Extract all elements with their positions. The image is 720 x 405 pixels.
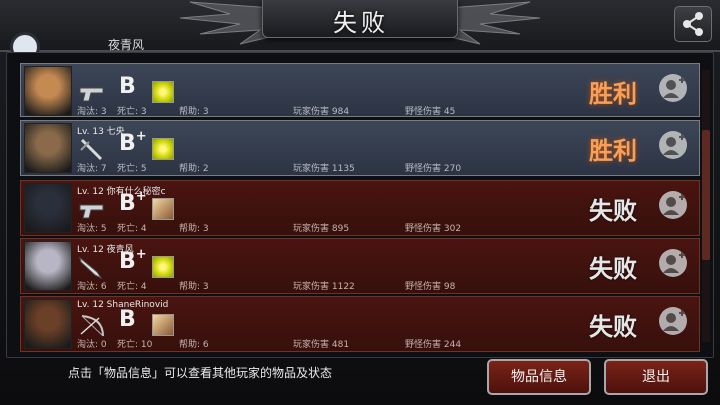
grade-badge: B	[119, 74, 136, 99]
top-banner: 夜青风 失败	[0, 0, 720, 62]
monster-damage-stat: 野怪伤害 244	[405, 340, 462, 350]
add-friend-button[interactable]	[659, 131, 687, 159]
player-damage-stat: 玩家伤害 895	[293, 224, 350, 234]
player-row[interactable]: Lv. 12 夜青风 B+ 淘汰: 6 死亡: 4 帮助: 3 玩家伤害 1122 野怪伤害…	[20, 238, 700, 294]
deaths-stat: 死亡: 4	[117, 282, 147, 292]
deaths-stat: 死亡: 3	[117, 107, 147, 117]
assists-stat: 帮助: 2	[179, 164, 209, 174]
grade-badge: B+	[119, 247, 147, 274]
player-damage-stat: 玩家伤害 1122	[293, 282, 355, 292]
assists-stat: 帮助: 3	[179, 282, 209, 292]
deaths-stat: 死亡: 4	[117, 224, 147, 234]
grade-badge: B	[119, 307, 136, 332]
yellow-gem-icon[interactable]	[152, 81, 174, 103]
match-result-label: 失败	[589, 255, 637, 283]
share-icon	[683, 12, 703, 36]
share-button[interactable]	[674, 6, 712, 42]
title-plate: 失败	[262, 0, 458, 38]
character-card-icon[interactable]	[152, 314, 174, 336]
exit-button[interactable]: 退出	[604, 359, 708, 395]
pistol-icon	[79, 204, 104, 219]
add-friend-button[interactable]	[659, 307, 687, 335]
eliminations-stat: 淘汰: 5	[77, 224, 107, 234]
player-damage-stat: 玩家伤害 481	[293, 340, 350, 350]
player-avatar[interactable]	[24, 183, 72, 233]
grade-badge: B+	[119, 129, 147, 156]
assists-stat: 帮助: 6	[179, 340, 209, 350]
sword-icon	[80, 138, 103, 161]
assists-stat: 帮助: 3	[179, 107, 209, 117]
eliminations-stat: 淘汰: 0	[77, 340, 107, 350]
knife-icon	[79, 256, 103, 280]
yellow-gem-icon[interactable]	[152, 256, 174, 278]
match-result-label: 胜利	[589, 137, 637, 165]
hint-text: 点击「物品信息」可以查看其他玩家的物品及状态	[68, 366, 333, 380]
assists-stat: 帮助: 3	[179, 224, 209, 234]
grade-badge: B+	[119, 189, 147, 216]
monster-damage-stat: 野怪伤害 270	[405, 164, 462, 174]
match-result-screen: 夜青风 失败 B 淘汰: 3 死亡: 3 帮助: 3 玩家伤害 984 野怪伤害 45 胜利…	[0, 0, 720, 405]
add-friend-button[interactable]	[659, 249, 687, 277]
yellow-gem-icon[interactable]	[152, 138, 174, 160]
add-friend-icon	[663, 194, 685, 215]
monster-damage-stat: 野怪伤害 98	[405, 282, 456, 292]
add-friend-icon	[663, 77, 685, 98]
deaths-stat: 死亡: 10	[117, 340, 153, 350]
player-avatar[interactable]	[24, 66, 72, 116]
monster-damage-stat: 野怪伤害 45	[405, 107, 456, 117]
add-friend-icon	[663, 310, 685, 331]
player-avatar[interactable]	[24, 241, 72, 291]
eliminations-stat: 淘汰: 6	[77, 282, 107, 292]
player-row[interactable]: B 淘汰: 3 死亡: 3 帮助: 3 玩家伤害 984 野怪伤害 45 胜利	[20, 63, 700, 117]
match-result-label: 失败	[589, 197, 637, 225]
character-card-icon[interactable]	[152, 198, 174, 220]
add-friend-button[interactable]	[659, 191, 687, 219]
deaths-stat: 死亡: 5	[117, 164, 147, 174]
player-row[interactable]: Lv. 12 ShaneRinovid B 淘汰: 0 死亡: 10 帮助: 6 玩家伤害…	[20, 296, 700, 352]
eliminations-stat: 淘汰: 7	[77, 164, 107, 174]
add-friend-icon	[663, 252, 685, 273]
player-row[interactable]: Lv. 13 七央 B+ 淘汰: 7 死亡: 5 帮助: 2 玩家伤害 1135 野怪伤害 …	[20, 120, 700, 176]
page-title: 失败	[333, 9, 389, 37]
scrollbar-thumb[interactable]	[702, 130, 710, 260]
peek-name: 夜青风	[108, 38, 145, 52]
player-avatar[interactable]	[24, 299, 72, 349]
monster-damage-stat: 野怪伤害 302	[405, 224, 462, 234]
player-row[interactable]: Lv. 12 你有什么秘密c B+ 淘汰: 5 死亡: 4 帮助: 3 玩家伤害 895 野…	[20, 180, 700, 236]
bow-icon	[80, 315, 104, 337]
match-result-label: 胜利	[589, 80, 637, 108]
pistol-icon	[79, 87, 104, 102]
add-friend-button[interactable]	[659, 74, 687, 102]
match-result-label: 失败	[589, 313, 637, 341]
item-info-button[interactable]: 物品信息	[487, 359, 591, 395]
player-damage-stat: 玩家伤害 1135	[293, 164, 355, 174]
eliminations-stat: 淘汰: 3	[77, 107, 107, 117]
player-avatar[interactable]	[24, 123, 72, 173]
add-friend-icon	[663, 134, 685, 155]
player-damage-stat: 玩家伤害 984	[293, 107, 350, 117]
